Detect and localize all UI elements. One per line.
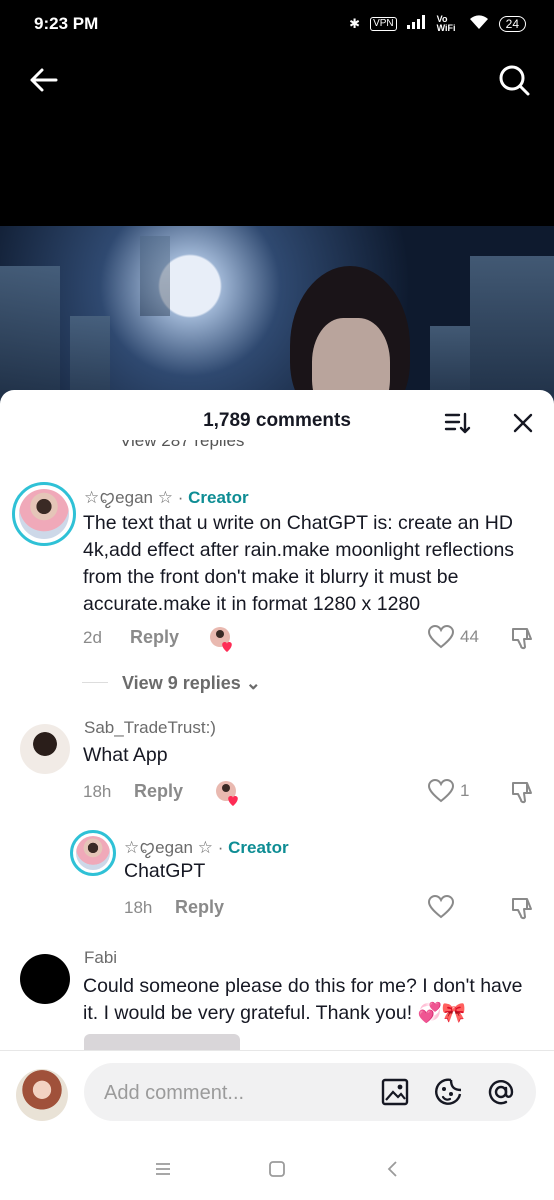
comment-text: Could someone please do this for me? I d…	[83, 975, 523, 1024]
view-replies-button[interactable]: View 9 replies ⌄	[122, 673, 261, 694]
divider	[82, 682, 108, 683]
chevron-down-icon: ⌄	[245, 673, 261, 693]
like-count: 1	[460, 781, 470, 800]
view-replies-peek[interactable]: View 287 replies	[120, 440, 244, 450]
comment-age: 2d	[83, 628, 102, 647]
separator: ·	[217, 838, 224, 857]
at-icon[interactable]	[486, 1077, 516, 1107]
heart-icon	[428, 625, 454, 649]
like-button[interactable]	[428, 895, 460, 919]
status-bar: 9:23 PM ✱ VPN Vo WiFi 24	[0, 0, 554, 48]
comment-age: 18h	[83, 782, 112, 801]
heart-icon	[428, 779, 454, 803]
my-avatar[interactable]	[16, 1069, 68, 1121]
status-icons: ✱ VPN Vo WiFi 24	[349, 14, 526, 33]
comment-username[interactable]: Sab_TradeTrust:)	[84, 718, 216, 738]
back-arrow-icon[interactable]	[22, 58, 66, 102]
thumb-down-icon[interactable]	[510, 895, 536, 926]
comment-username[interactable]: ☆ꨄegan ☆ · Creator	[124, 834, 289, 859]
avatar[interactable]	[20, 954, 70, 1004]
like-button[interactable]: 1	[428, 779, 469, 803]
comment-username[interactable]: ☆ꨄegan ☆ · Creator	[84, 484, 249, 509]
username-text[interactable]: ☆ꨄegan ☆	[84, 488, 173, 507]
creator-liked-icon	[208, 625, 234, 652]
comment-text: The text that u write on ChatGPT is: cre…	[83, 512, 515, 615]
like-button[interactable]: 44	[428, 625, 479, 649]
battery-indicator: 24	[498, 15, 526, 32]
avatar[interactable]	[12, 482, 76, 546]
menu-icon[interactable]	[152, 1158, 174, 1180]
reply-button[interactable]: Reply	[134, 781, 183, 802]
status-time: 9:23 PM	[34, 14, 99, 33]
view-replies-label[interactable]: View 9 replies	[122, 673, 241, 693]
sort-icon[interactable]	[442, 408, 472, 438]
back-icon[interactable]	[382, 1158, 404, 1180]
comment-input[interactable]	[102, 1063, 376, 1123]
thumb-down-icon[interactable]	[510, 625, 536, 656]
search-icon[interactable]	[492, 58, 536, 102]
thumb-down-icon[interactable]	[510, 779, 536, 810]
video-preview[interactable]	[0, 226, 554, 416]
emoji-icon[interactable]	[434, 1077, 464, 1107]
comment-age: 18h	[124, 898, 153, 917]
comment-text: ChatGPT	[124, 860, 206, 882]
username-text[interactable]: ☆ꨄegan ☆	[124, 838, 213, 857]
like-count: 44	[460, 627, 479, 646]
comment-username[interactable]: Fabi	[84, 948, 117, 968]
reply-button[interactable]: Reply	[130, 627, 179, 648]
comment-field[interactable]	[84, 1063, 536, 1123]
home-icon[interactable]	[266, 1158, 288, 1180]
creator-badge: Creator	[188, 488, 249, 507]
wifi-icon	[469, 14, 489, 33]
image-icon[interactable]	[380, 1077, 410, 1107]
comments-header: 1,789 comments View 287 replies	[0, 390, 554, 450]
avatar[interactable]	[20, 724, 70, 774]
close-icon[interactable]	[510, 410, 536, 436]
comment-text: What App	[83, 744, 168, 766]
comment-input-bar	[0, 1050, 554, 1137]
creator-liked-icon	[214, 779, 240, 806]
system-nav-bar	[0, 1136, 554, 1200]
separator: ·	[177, 488, 184, 507]
reply-button[interactable]: Reply	[175, 897, 224, 918]
vpn-badge: VPN	[370, 16, 397, 31]
creator-badge: Creator	[228, 838, 289, 857]
vowifi-label: Vo WiFi	[436, 13, 456, 33]
signal-icon	[406, 15, 427, 32]
heart-icon	[428, 895, 454, 919]
avatar[interactable]	[70, 830, 116, 876]
comment-image-preview[interactable]	[84, 1034, 240, 1050]
top-nav	[0, 48, 554, 108]
bluetooth-icon: ✱	[349, 15, 361, 31]
